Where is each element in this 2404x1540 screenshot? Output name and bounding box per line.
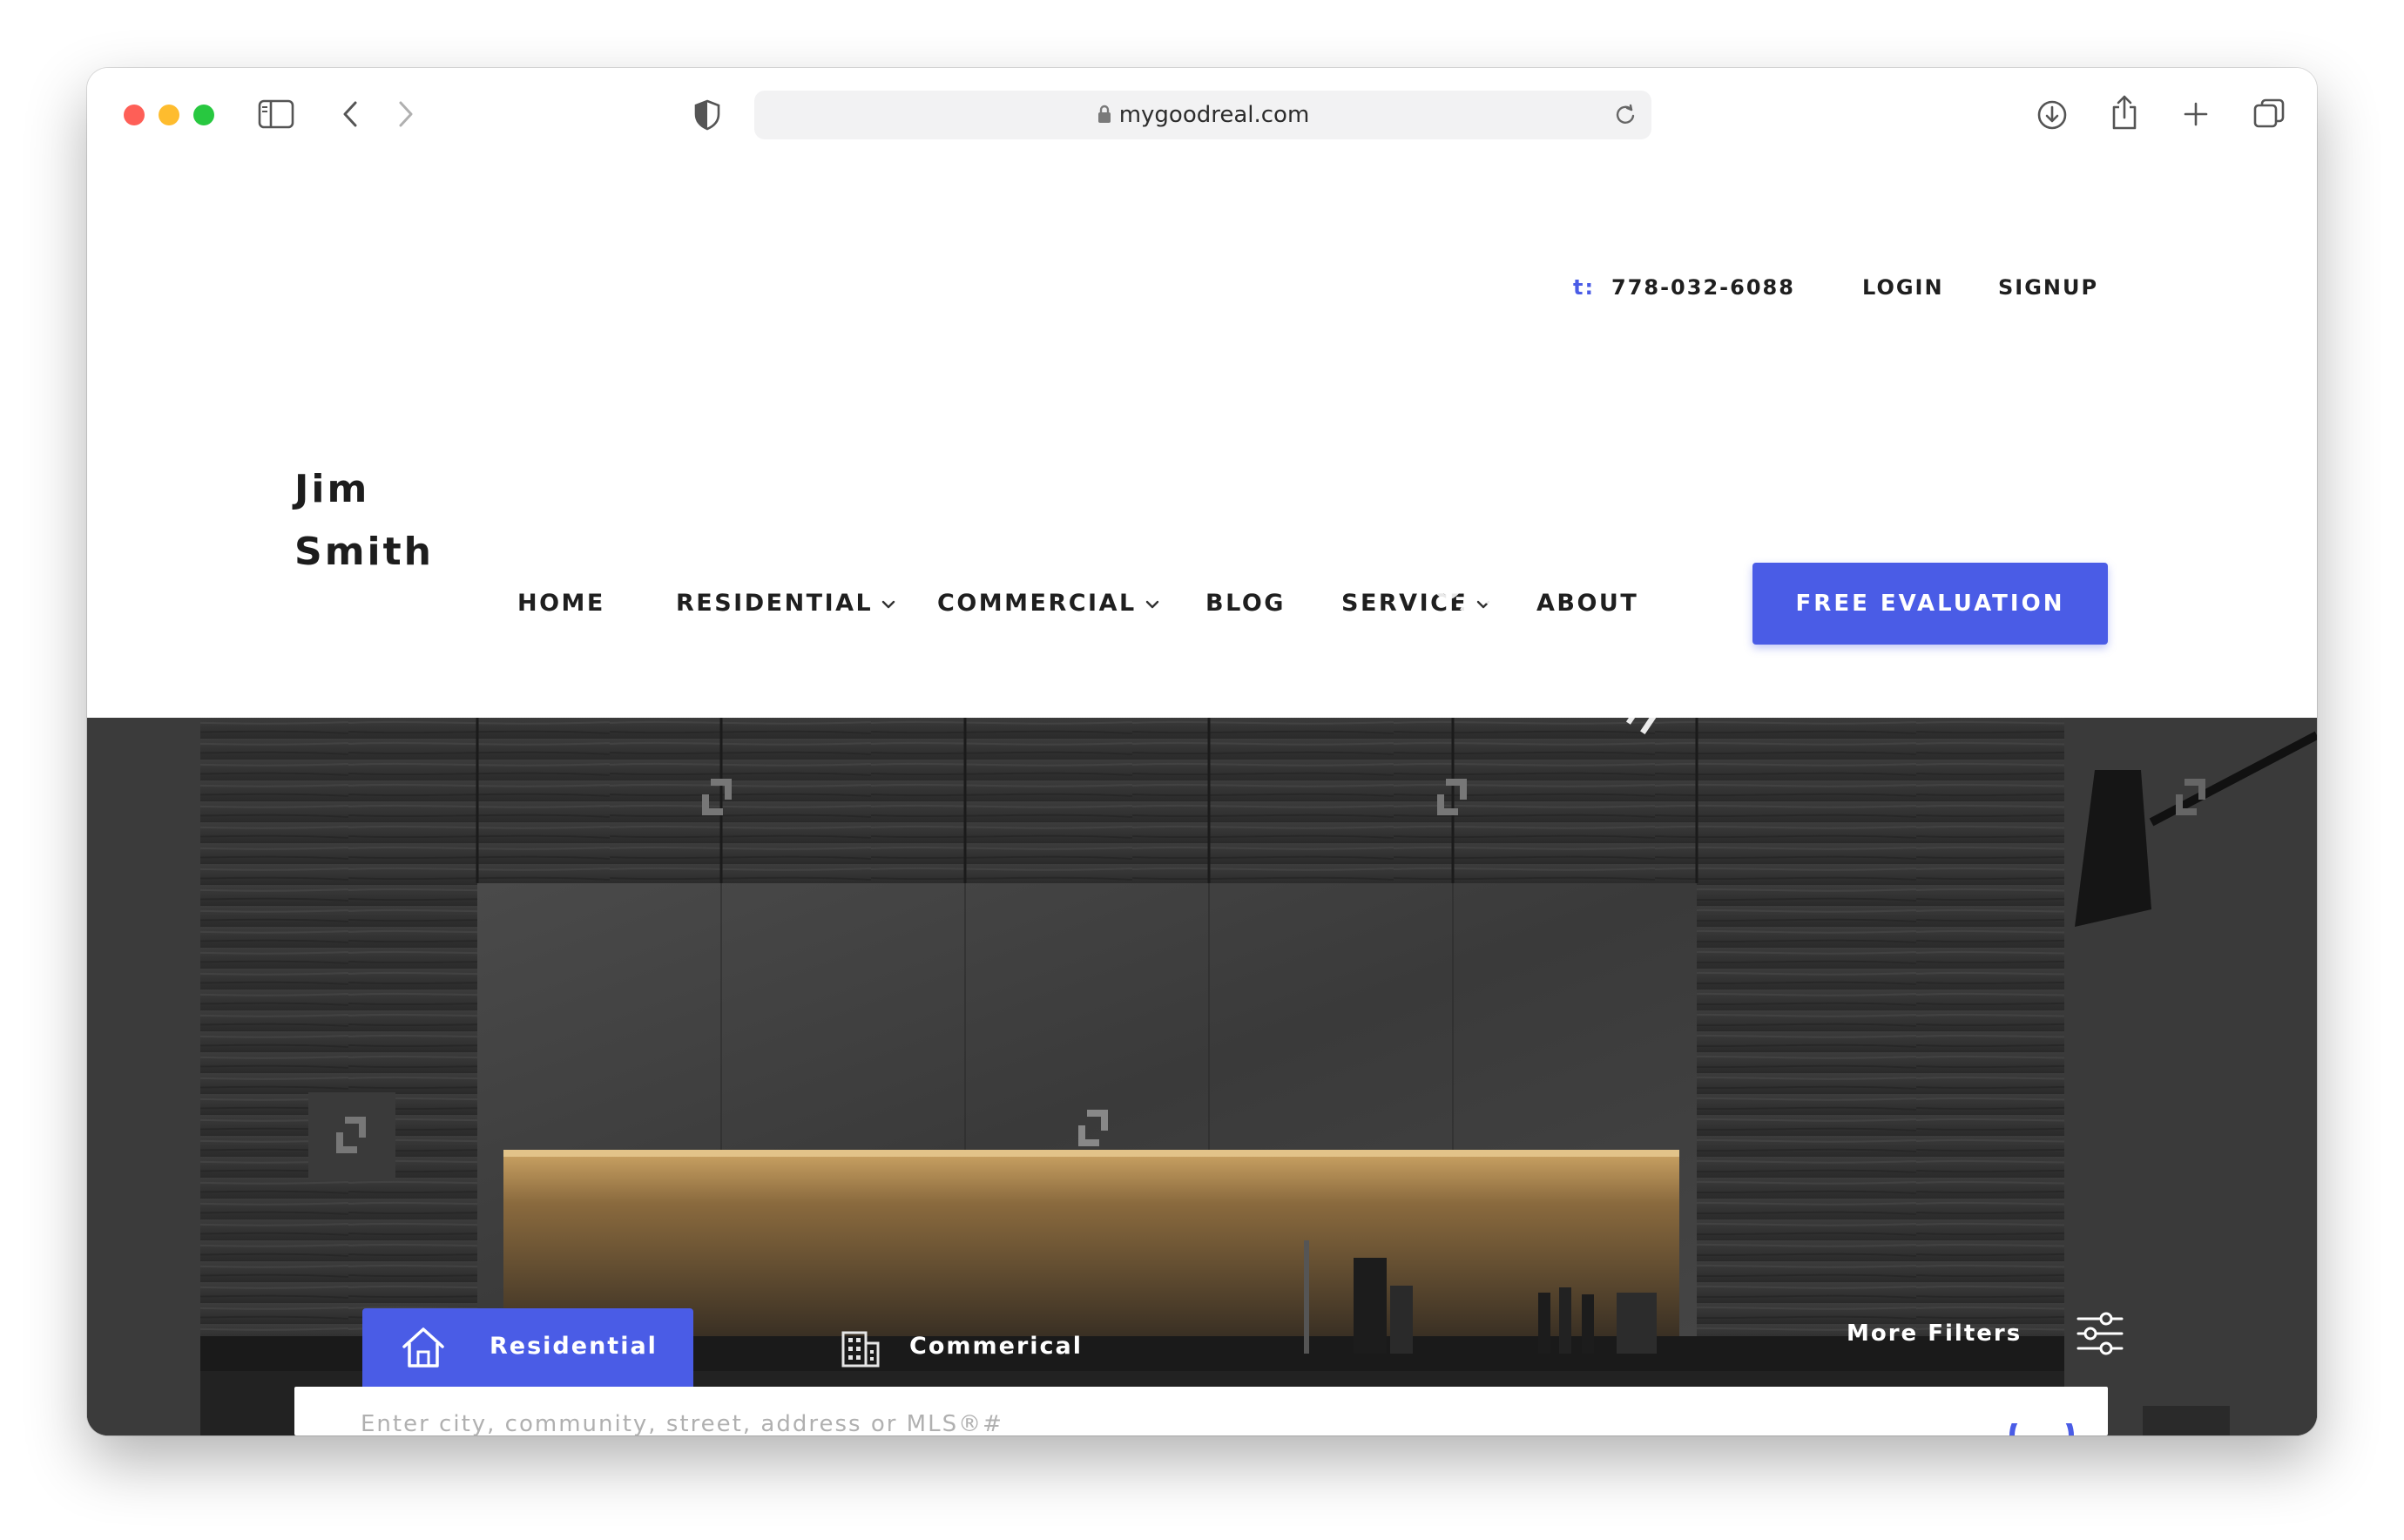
chevron-down-icon	[1145, 600, 1158, 608]
address-bar-url: mygoodreal.com	[754, 91, 1651, 139]
url-text: mygoodreal.com	[1118, 102, 1310, 128]
close-window-button[interactable]	[124, 105, 145, 125]
image-loading-icon	[1437, 779, 1467, 815]
logo-line-2: Smith	[294, 530, 434, 574]
phone-number[interactable]: 778-032-6088	[1611, 275, 1795, 300]
zoom-window-button[interactable]	[193, 105, 214, 125]
privacy-shield-icon[interactable]	[693, 99, 721, 131]
nav-commercial[interactable]: COMMERCIAL	[937, 589, 1159, 618]
back-arrow-icon[interactable]	[340, 99, 361, 129]
image-loading-icon	[1078, 1110, 1108, 1146]
downloads-icon[interactable]	[2036, 99, 2068, 131]
image-loading-icon	[702, 779, 732, 815]
free-evaluation-button[interactable]: FREE EVALUATION	[1752, 563, 2108, 645]
share-icon[interactable]	[2110, 94, 2139, 131]
login-link[interactable]: LOGIN	[1862, 275, 1944, 300]
logo-line-1: Jim	[294, 467, 370, 511]
phone-prefix: t:	[1573, 275, 1596, 300]
address-bar[interactable]: mygoodreal.com	[754, 91, 1651, 139]
house-icon	[402, 1327, 444, 1368]
forward-arrow-icon[interactable]	[395, 99, 416, 129]
site-logo[interactable]: Jim Smith	[294, 458, 469, 584]
sidebar-toggle-icon[interactable]	[258, 99, 294, 129]
filter-sliders-icon	[2076, 1312, 2124, 1355]
tab-commercial[interactable]: Commerical	[749, 1308, 1081, 1387]
nav-blog[interactable]: BLOG	[1205, 589, 1286, 618]
new-tab-icon[interactable]	[2183, 101, 2209, 127]
more-filters-button[interactable]: More Filters	[1847, 1300, 2125, 1361]
tab-residential[interactable]: Residential	[362, 1308, 693, 1387]
tab-overview-icon[interactable]	[2252, 98, 2286, 131]
search-input[interactable]	[294, 1387, 1967, 1435]
nav-blog-label: BLOG	[1205, 590, 1286, 617]
site-header: t: 778-032-6088 LOGIN SIGNUP Jim Smith H…	[87, 160, 2317, 718]
tab-residential-label: Residential	[490, 1333, 658, 1360]
nav-residential-label: RESIDENTIAL	[676, 590, 874, 617]
nav-home-label: HOME	[517, 590, 605, 617]
more-filters-label: More Filters	[1847, 1320, 2022, 1347]
image-loading-icon	[2176, 779, 2205, 815]
minimize-window-button[interactable]	[159, 105, 179, 125]
nav-home[interactable]: HOME	[517, 589, 605, 618]
image-loading-icon	[308, 1092, 395, 1179]
nav-residential[interactable]: RESIDENTIAL	[676, 589, 895, 618]
building-icon	[841, 1331, 880, 1368]
signup-link[interactable]: SIGNUP	[1998, 275, 2098, 300]
lock-icon	[1097, 105, 1111, 123]
reload-icon[interactable]	[1613, 103, 1638, 127]
web-page: t: 778-032-6088 LOGIN SIGNUP Jim Smith H…	[87, 160, 2317, 1435]
nav-commercial-label: COMMERCIAL	[937, 590, 1137, 617]
search-box	[294, 1387, 2108, 1435]
chevron-down-icon	[882, 600, 895, 608]
image-loading-icon	[2143, 1406, 2230, 1435]
browser-window: mygoodreal.com t: 778-032-6088 LOGIN SIG…	[87, 68, 2317, 1435]
search-icon[interactable]	[2009, 1423, 2078, 1435]
browser-toolbar: mygoodreal.com	[87, 68, 2317, 161]
tab-commercial-label: Commerical	[909, 1333, 1083, 1360]
